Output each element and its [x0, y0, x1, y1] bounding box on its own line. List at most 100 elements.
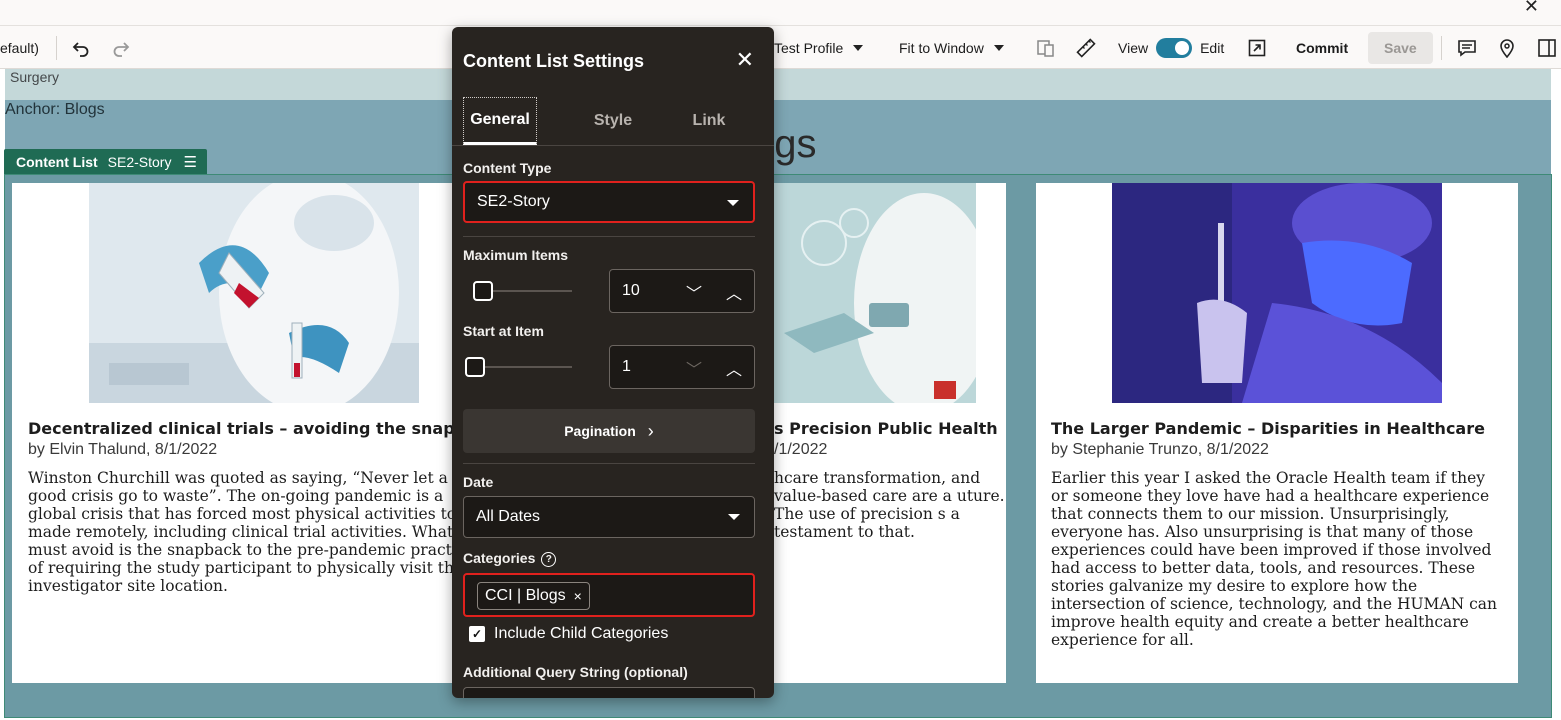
lab-scientist-image	[89, 183, 419, 403]
layout-selector[interactable]: efault)	[0, 26, 39, 69]
window-top-strip: ✕	[0, 0, 1561, 26]
layout-selector-label: efault)	[0, 39, 39, 56]
redo-button[interactable]	[112, 26, 130, 69]
comments-button[interactable]	[1457, 26, 1477, 69]
card-title[interactable]: Decentralized clinical trials – avoiding…	[28, 419, 497, 438]
content-list-tag-type: SE2-Story	[107, 153, 172, 170]
edit-label: Edit	[1200, 39, 1225, 56]
chevron-down-icon	[728, 514, 740, 520]
chevron-right-icon: ›	[647, 420, 654, 441]
content-list-tag[interactable]: Content List SE2-Story ☰	[4, 149, 207, 174]
nurse-syringe-image	[1112, 183, 1442, 403]
open-external-icon	[1248, 39, 1266, 56]
help-icon[interactable]: ?	[541, 551, 557, 567]
category-chip: CCI | Blogs ×	[477, 582, 590, 610]
card-byline: by Elvin Thalund, 8/1/2022	[28, 441, 218, 458]
map-pin-icon	[1500, 38, 1514, 58]
categories-label-row: Categories?	[463, 550, 557, 567]
include-child-label: Include Child Categories	[494, 625, 669, 642]
chevron-down-icon	[993, 44, 1004, 51]
decrement-icon: ﹀	[685, 362, 702, 379]
content-list-area: Decentralized clinical trials – avoiding…	[4, 174, 1552, 718]
surgery-band: Surgery	[5, 69, 1551, 100]
content-type-label: Content Type	[463, 160, 552, 176]
card-title[interactable]: The Larger Pandemic – Disparities in Hea…	[1051, 419, 1485, 438]
categories-label: Categories	[463, 550, 536, 566]
chevron-down-icon	[853, 44, 864, 51]
commit-button[interactable]: Commit	[1296, 26, 1348, 69]
view-edit-toggle[interactable]: View Edit	[1118, 26, 1224, 69]
zoom-label: Fit to Window	[899, 39, 984, 56]
tabs-divider	[452, 145, 774, 146]
close-icon[interactable]: ✕	[736, 47, 754, 73]
band-text: Surgery	[10, 69, 60, 85]
hamburger-menu-icon[interactable]: ☰	[183, 153, 196, 171]
content-list-settings-panel: Content List Settings ✕ General Style Li…	[452, 27, 774, 698]
card-title[interactable]: s Precision Public Health	[774, 419, 998, 438]
view-label: View	[1118, 39, 1149, 56]
save-label: Save	[1368, 31, 1433, 64]
start-at-slider-track[interactable]	[474, 366, 572, 368]
tab-style[interactable]: Style	[573, 97, 653, 145]
date-label: Date	[463, 474, 494, 490]
profile-dropdown[interactable]: Test Profile	[774, 26, 864, 69]
content-type-value: SE2-Story	[477, 193, 550, 210]
category-chip-label: CCI | Blogs	[485, 587, 566, 604]
card-body: Winston Churchill was quoted as saying, …	[28, 469, 481, 595]
undo-button[interactable]	[72, 26, 90, 69]
categories-input[interactable]: CCI | Blogs ×	[463, 573, 755, 617]
device-preview-icon	[1037, 39, 1054, 57]
settings-tabs: General Style Link	[463, 97, 763, 147]
location-button[interactable]	[1498, 26, 1516, 69]
card-body: Earlier this year I asked the Oracle Hea…	[1051, 469, 1498, 649]
toolbar-divider	[1441, 36, 1442, 60]
ruler-icon	[1076, 37, 1096, 58]
blog-card[interactable]: The Larger Pandemic – Disparities in Hea…	[1036, 183, 1518, 683]
side-panel-icon	[1538, 38, 1556, 57]
panel-title: Content List Settings	[463, 51, 644, 71]
redo-icon	[113, 41, 130, 57]
card-byline: by Stephanie Trunzo, 8/1/2022	[1051, 441, 1269, 458]
max-items-label: Maximum Items	[463, 247, 569, 263]
open-external-button[interactable]	[1248, 26, 1266, 69]
include-child-categories-checkbox[interactable]: ✓ Include Child Categories	[469, 625, 668, 643]
card-byline: /1/2022	[774, 441, 828, 458]
tab-link[interactable]: Link	[669, 97, 749, 145]
device-preview-button[interactable]	[1036, 26, 1056, 69]
start-at-slider-handle[interactable]	[465, 357, 485, 377]
card-body: hcare transformation, and value-based ca…	[774, 469, 1005, 541]
decrement-icon[interactable]: ﹀	[682, 280, 706, 303]
anchor-label: Anchor: Blogs	[5, 101, 105, 118]
close-window-icon[interactable]: ✕	[1524, 0, 1539, 17]
save-button[interactable]: Save	[1368, 26, 1433, 69]
edit-mode-switch[interactable]	[1156, 37, 1193, 58]
content-list-tag-label: Content List	[16, 153, 98, 170]
increment-icon[interactable]: ︿	[722, 356, 746, 379]
date-value: All Dates	[476, 508, 541, 525]
undo-icon	[72, 41, 89, 57]
date-select[interactable]: All Dates	[463, 496, 755, 538]
increment-icon[interactable]: ︿	[722, 280, 746, 303]
editor-toolbar: efault) Test Profile Fit to Window View …	[0, 26, 1561, 69]
content-type-select[interactable]: SE2-Story	[463, 181, 755, 223]
query-string-label: Additional Query String (optional)	[463, 664, 688, 680]
ruler-button[interactable]	[1076, 26, 1096, 69]
start-at-stepper[interactable]: 1 ﹀ ︿	[609, 345, 755, 389]
section-divider	[463, 463, 755, 464]
commit-label: Commit	[1296, 39, 1349, 56]
side-panel-button[interactable]	[1537, 26, 1557, 69]
doctor-tablet-image	[774, 183, 976, 403]
section-divider	[463, 236, 755, 237]
max-items-value: 10	[622, 282, 640, 299]
max-items-slider-handle[interactable]	[473, 281, 493, 301]
checkmark-icon[interactable]: ✓	[469, 626, 485, 642]
blog-card[interactable]: Decentralized clinical trials – avoiding…	[12, 183, 512, 683]
tab-general[interactable]: General	[463, 97, 537, 145]
toolbar-divider	[56, 36, 57, 60]
remove-chip-icon[interactable]: ×	[574, 588, 582, 604]
query-string-input[interactable]	[463, 687, 755, 698]
profile-label: Test Profile	[774, 39, 844, 56]
pagination-button[interactable]: Pagination ›	[463, 409, 755, 453]
zoom-dropdown[interactable]: Fit to Window	[899, 26, 1004, 69]
max-items-stepper[interactable]: 10 ﹀ ︿	[609, 269, 755, 313]
